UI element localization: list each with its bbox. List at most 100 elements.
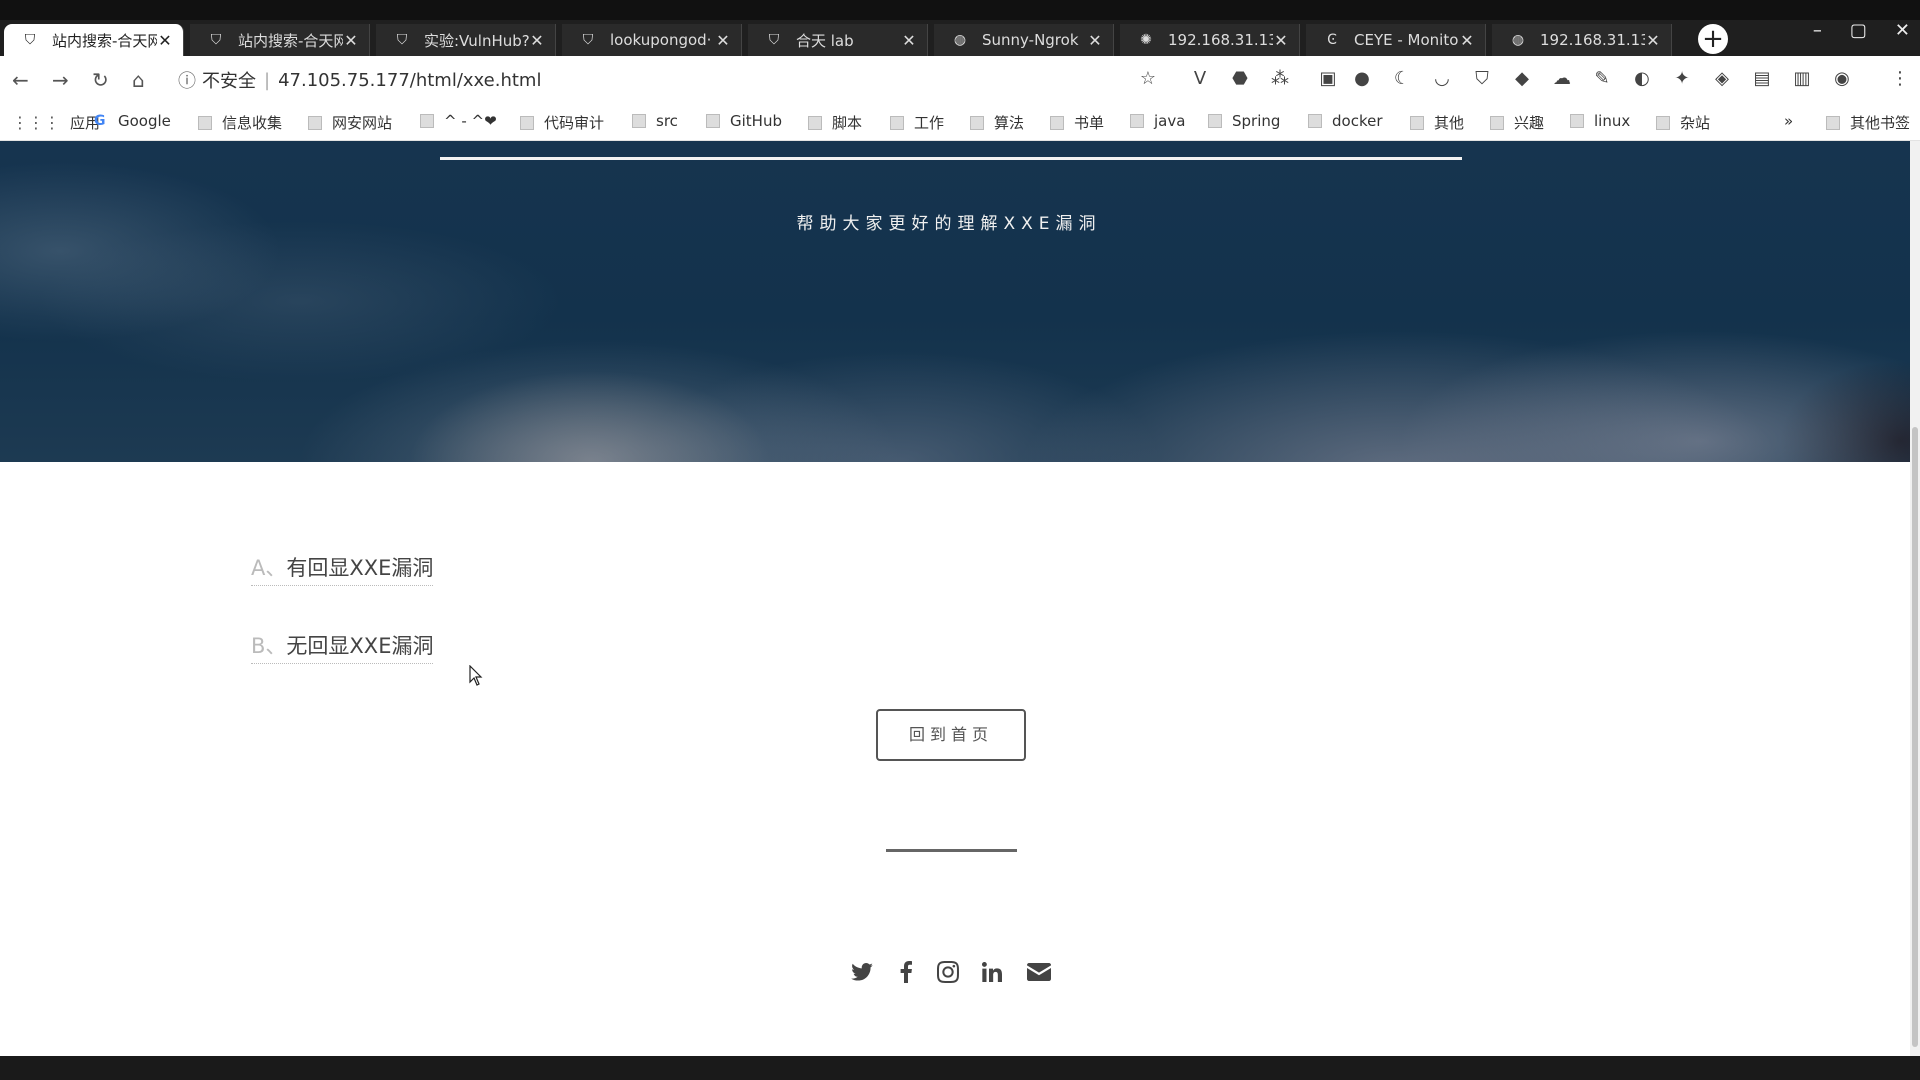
- extension-icon[interactable]: ▥: [1790, 68, 1814, 92]
- bookmark-folder[interactable]: 其他: [1410, 112, 1464, 133]
- bookmark-folder[interactable]: 网安网站: [308, 112, 392, 133]
- tab-6[interactable]: ✺ 192.168.31.13 ✕: [1120, 24, 1300, 56]
- extension-icon[interactable]: ◈: [1710, 68, 1734, 92]
- bookmark-folder[interactable]: 书单: [1050, 112, 1104, 133]
- folder-icon: [1490, 115, 1504, 130]
- close-icon[interactable]: ✕: [901, 31, 917, 50]
- xxe-blind-link[interactable]: B、无回显XXE漏洞: [251, 630, 434, 664]
- hero-banner: 帮助大家更好的理解XXE漏洞: [0, 141, 1910, 462]
- close-icon[interactable]: ✕: [1645, 31, 1661, 50]
- back-to-home-button[interactable]: 回到首页: [876, 709, 1026, 761]
- cloud-icon[interactable]: ☁: [1550, 68, 1574, 92]
- url-text[interactable]: 47.105.75.177/html/xxe.html: [278, 70, 541, 91]
- extension-icon[interactable]: ●: [1350, 68, 1374, 92]
- extension-icon[interactable]: ◆: [1510, 68, 1534, 92]
- bookmark-folder[interactable]: 杂站: [1656, 112, 1710, 133]
- reload-button[interactable]: ↻: [92, 68, 109, 92]
- close-icon[interactable]: ✕: [1273, 31, 1289, 50]
- folder-icon: [420, 114, 434, 128]
- close-icon[interactable]: ✕: [715, 31, 731, 50]
- bookmark-folder[interactable]: ^ - ^❤: [420, 112, 497, 130]
- bookmark-folder[interactable]: linux: [1570, 112, 1630, 130]
- menu-icon[interactable]: ⋮: [1888, 68, 1912, 92]
- instagram-icon[interactable]: [935, 959, 961, 985]
- bookmark-label: 书单: [1074, 114, 1105, 132]
- shield-icon: ⛉: [768, 32, 780, 48]
- maximize-button[interactable]: ▢: [1850, 20, 1867, 41]
- minimize-button[interactable]: –: [1813, 20, 1822, 41]
- close-icon[interactable]: ✕: [343, 31, 359, 50]
- tab-8[interactable]: ◍ 192.168.31.13 ✕: [1492, 24, 1672, 56]
- pocket-icon[interactable]: ◡: [1430, 68, 1454, 92]
- bookmark-label: 其他: [1434, 114, 1465, 132]
- shield-icon: ⛉: [24, 32, 36, 48]
- home-button[interactable]: ⌂: [132, 68, 145, 92]
- link-label: 有回显XXE漏洞: [286, 556, 434, 580]
- extension-icon[interactable]: ◉: [1830, 68, 1854, 92]
- bookmark-folder[interactable]: 兴趣: [1490, 112, 1544, 133]
- extension-icon[interactable]: ☾: [1390, 68, 1414, 92]
- tab-title: lookupongod·: [610, 31, 712, 49]
- tab-3[interactable]: ⛉ lookupongod· ✕: [562, 24, 742, 56]
- bookmark-folder[interactable]: 脚本: [808, 112, 862, 133]
- back-button[interactable]: ←: [12, 68, 29, 92]
- tab-1[interactable]: ⛉ 站内搜索-合天网 ✕: [190, 24, 370, 56]
- close-icon[interactable]: ✕: [1087, 31, 1103, 50]
- bookmark-folder[interactable]: 算法: [970, 112, 1024, 133]
- twitter-icon[interactable]: [849, 959, 875, 985]
- info-icon[interactable]: ⓘ: [178, 67, 196, 93]
- bookmark-folder[interactable]: src: [632, 112, 678, 130]
- bookmark-label: Spring: [1232, 112, 1281, 130]
- extension-icon[interactable]: ✎: [1590, 68, 1614, 92]
- bookmark-label: ^ - ^❤: [444, 112, 497, 130]
- forward-button[interactable]: →: [52, 68, 69, 92]
- link-label: 无回显XXE漏洞: [286, 634, 434, 658]
- bookmark-folder[interactable]: docker: [1308, 112, 1383, 130]
- bookmark-folder[interactable]: 工作: [890, 112, 944, 133]
- bookmark-folder[interactable]: GitHub: [706, 112, 782, 130]
- ceye-icon: Ͼ: [1327, 32, 1337, 48]
- bookmark-label: src: [656, 112, 678, 130]
- folder-icon: [890, 115, 904, 130]
- bookmark-google[interactable]: G Google: [94, 112, 171, 130]
- tab-4[interactable]: ⛉ 合天 lab ✕: [748, 24, 928, 56]
- address-bar[interactable]: ⓘ 不安全 | 47.105.75.177/html/xxe.html: [178, 64, 1118, 96]
- scrollbar-thumb[interactable]: [1912, 427, 1918, 1047]
- bookmark-folder[interactable]: java: [1130, 112, 1185, 130]
- extension-icon[interactable]: ▤: [1750, 68, 1774, 92]
- tab-5[interactable]: ◍ Sunny-Ngrok ✕: [934, 24, 1114, 56]
- bookmark-folder[interactable]: Spring: [1208, 112, 1280, 130]
- window-close-button[interactable]: ✕: [1895, 20, 1910, 41]
- extension-v-icon[interactable]: V: [1188, 68, 1212, 92]
- linkedin-icon[interactable]: [979, 959, 1005, 985]
- bookmarks-overflow-button[interactable]: »: [1784, 112, 1793, 130]
- folder-icon: [1130, 114, 1144, 128]
- bookmark-folder[interactable]: 信息收集: [198, 112, 282, 133]
- folder-icon: [970, 115, 984, 130]
- extension-icon[interactable]: ✦: [1670, 68, 1694, 92]
- tab-0[interactable]: ⛉ 站内搜索-合天网 ✕: [4, 24, 184, 56]
- close-icon[interactable]: ✕: [1459, 31, 1475, 50]
- facebook-icon[interactable]: [893, 959, 919, 985]
- tab-7[interactable]: Ͼ CEYE - Monito ✕: [1306, 24, 1486, 56]
- extension-icon[interactable]: ⁂: [1268, 68, 1292, 92]
- close-icon[interactable]: ✕: [529, 31, 545, 50]
- folder-icon: [1656, 115, 1670, 130]
- close-icon[interactable]: ✕: [157, 31, 173, 50]
- star-icon[interactable]: ☆: [1136, 68, 1160, 92]
- bookmark-folder[interactable]: 代码审计: [520, 112, 604, 133]
- bookmark-apps[interactable]: ⋮⋮⋮ 应用: [12, 112, 100, 133]
- extension-99-icon[interactable]: ▣: [1316, 68, 1340, 92]
- extension-icon[interactable]: ◐: [1630, 68, 1654, 92]
- new-tab-button[interactable]: +: [1698, 24, 1728, 54]
- other-bookmarks[interactable]: 其他书签: [1826, 112, 1910, 133]
- link-prefix: B、: [251, 634, 287, 658]
- mail-icon[interactable]: [1026, 959, 1052, 985]
- adblock-icon[interactable]: ⬣: [1228, 68, 1252, 92]
- bookmark-label: Google: [118, 112, 171, 130]
- link-prefix: A、: [251, 556, 287, 580]
- extension-icon[interactable]: ⛉: [1470, 68, 1494, 92]
- tab-title: 合天 lab: [796, 31, 854, 50]
- xxe-echo-link[interactable]: A、有回显XXE漏洞: [251, 552, 434, 586]
- tab-2[interactable]: ⛉ 实验:VulnHub? ✕: [376, 24, 556, 56]
